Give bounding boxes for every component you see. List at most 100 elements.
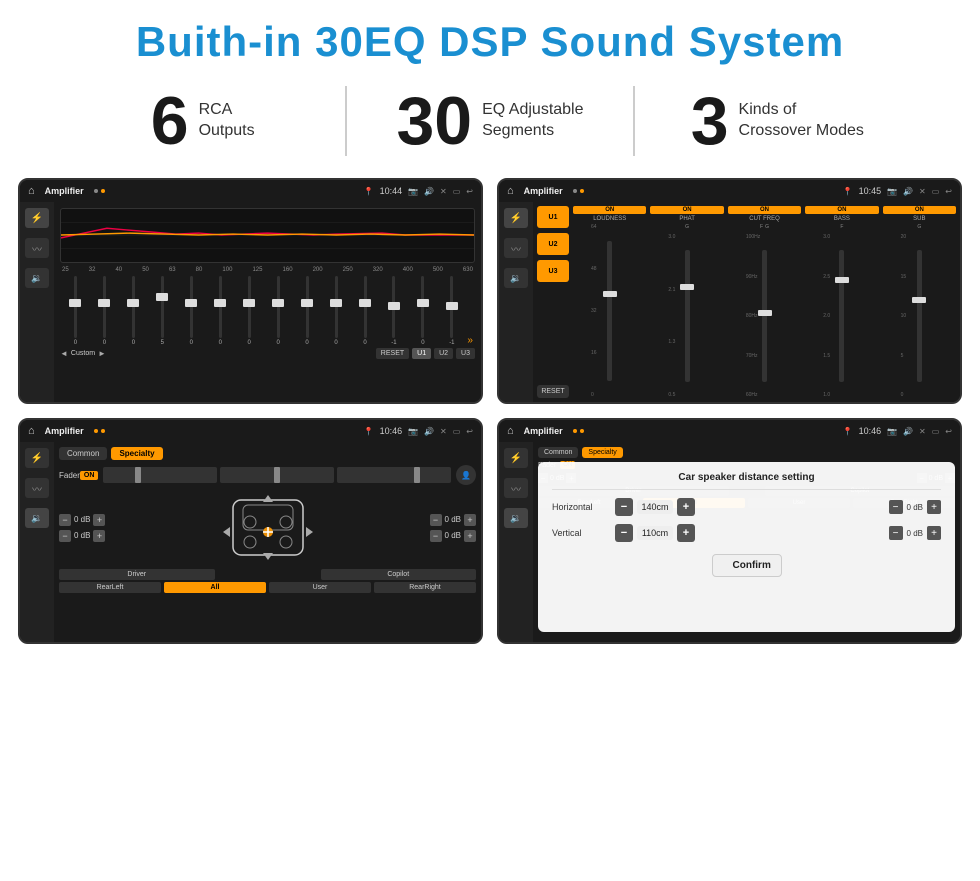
slider-thumb[interactable] [243,299,255,307]
eq-slider-8[interactable]: 0 [265,276,292,346]
slider-track[interactable] [392,276,395,338]
slider-track[interactable] [306,276,309,338]
slider-track[interactable] [450,276,453,338]
dialog-db-minus-1[interactable]: − [889,500,903,514]
back-icon-2[interactable]: ↩ [945,187,952,196]
fader-slider-2[interactable] [220,467,334,483]
fader-slider-3[interactable] [337,467,451,483]
eq-slider-4[interactable]: 5 [149,276,176,346]
back-icon-3[interactable]: ↩ [466,427,473,436]
bass-on[interactable]: ON [805,206,878,214]
rearright-btn[interactable]: RearRight [374,582,476,593]
u2-btn[interactable]: U2 [434,348,453,359]
slider-thumb[interactable] [330,299,342,307]
user-btn[interactable]: User [269,582,371,593]
slider-track[interactable] [161,276,164,338]
sidebar-eq-btn-4[interactable]: ⚡ [504,448,528,468]
slider-thumb[interactable] [446,302,458,310]
behind-common-tab[interactable]: Common [538,447,578,458]
sidebar-wave-btn[interactable]: 〰 [25,238,49,258]
back-icon-4[interactable]: ↩ [945,427,952,436]
fader-minus-3[interactable]: − [430,514,442,526]
loudness-on[interactable]: ON [573,206,646,214]
sidebar-speaker-btn-4[interactable]: 🔉 [504,508,528,528]
all-btn[interactable]: All [164,582,266,593]
more-icon[interactable]: » [467,335,473,346]
vertical-plus-btn[interactable]: + [677,524,695,542]
reset-btn[interactable]: RESET [376,348,409,359]
sidebar-eq-btn-3[interactable]: ⚡ [25,448,49,468]
slider-thumb[interactable] [417,299,429,307]
eq-slider-1[interactable]: 0 [62,276,89,346]
eq-slider-11[interactable]: 0 [352,276,379,346]
eq-slider-13[interactable]: 0 [409,276,436,346]
eq-slider-7[interactable]: 0 [236,276,263,346]
slider-thumb[interactable] [69,299,81,307]
slider-track[interactable] [335,276,338,338]
eq-slider-14[interactable]: -1 [438,276,465,346]
eq-slider-3[interactable]: 0 [120,276,147,346]
slider-thumb[interactable] [156,293,168,301]
fader-plus-2[interactable]: + [93,530,105,542]
eq-slider-10[interactable]: 0 [323,276,350,346]
driver-btn[interactable]: Driver [59,569,215,580]
horizontal-plus-btn[interactable]: + [677,498,695,516]
common-tab[interactable]: Common [59,447,107,460]
slider-track[interactable] [103,276,106,338]
next-arrow[interactable]: ► [98,349,106,358]
eq-slider-5[interactable]: 0 [178,276,205,346]
u1-btn[interactable]: U1 [412,348,431,359]
slider-track[interactable] [421,276,424,338]
sidebar-wave-btn-3[interactable]: 〰 [25,478,49,498]
slider-thumb[interactable] [359,299,371,307]
prev-arrow[interactable]: ◄ [60,349,68,358]
sidebar-wave-btn-4[interactable]: 〰 [504,478,528,498]
confirm-button[interactable]: Confirm [712,554,782,577]
behind-specialty-tab[interactable]: Specialty [582,447,622,458]
dialog-db-plus-2[interactable]: + [927,526,941,540]
fader-plus-1[interactable]: + [93,514,105,526]
slider-thumb[interactable] [272,299,284,307]
slider-track[interactable] [364,276,367,338]
slider-thumb[interactable] [127,299,139,307]
fader-minus-1[interactable]: − [59,514,71,526]
cutfreq-on[interactable]: ON [728,206,801,214]
copilot-btn[interactable]: Copilot [321,569,477,580]
slider-track[interactable] [132,276,135,338]
dialog-db-plus-1[interactable]: + [927,500,941,514]
fader-plus-3[interactable]: + [464,514,476,526]
horizontal-minus-btn[interactable]: − [615,498,633,516]
vertical-minus-btn[interactable]: − [615,524,633,542]
sidebar-speaker-btn[interactable]: 🔉 [25,268,49,288]
slider-thumb[interactable] [214,299,226,307]
eq-slider-2[interactable]: 0 [91,276,118,346]
slider-track[interactable] [248,276,251,338]
sub-on[interactable]: ON [883,206,956,214]
eq-slider-9[interactable]: 0 [294,276,321,346]
specialty-tab[interactable]: Specialty [111,447,162,460]
sidebar-eq-btn-2[interactable]: ⚡ [504,208,528,228]
fader-on-btn[interactable]: ON [80,471,99,480]
sidebar-wave-btn-2[interactable]: 〰 [504,238,528,258]
rearleft-btn[interactable]: RearLeft [59,582,161,593]
slider-track[interactable] [277,276,280,338]
eq-slider-6[interactable]: 0 [207,276,234,346]
slider-thumb[interactable] [301,299,313,307]
eq-slider-12[interactable]: -1 [380,276,407,346]
slider-track[interactable] [190,276,193,338]
slider-track[interactable] [219,276,222,338]
fader-slider-1[interactable] [103,467,217,483]
fader-minus-4[interactable]: − [430,530,442,542]
slider-track[interactable] [74,276,77,338]
dialog-db-minus-2[interactable]: − [889,526,903,540]
fader-minus-2[interactable]: − [59,530,71,542]
amp-reset-btn[interactable]: RESET [537,385,569,398]
sidebar-eq-btn[interactable]: ⚡ [25,208,49,228]
sidebar-speaker-btn-3[interactable]: 🔉 [25,508,49,528]
phat-on[interactable]: ON [650,206,723,214]
u2-amp-btn[interactable]: U2 [537,233,569,255]
back-icon[interactable]: ↩ [466,187,473,196]
u3-amp-btn[interactable]: U3 [537,260,569,282]
slider-thumb[interactable] [185,299,197,307]
fader-plus-4[interactable]: + [464,530,476,542]
